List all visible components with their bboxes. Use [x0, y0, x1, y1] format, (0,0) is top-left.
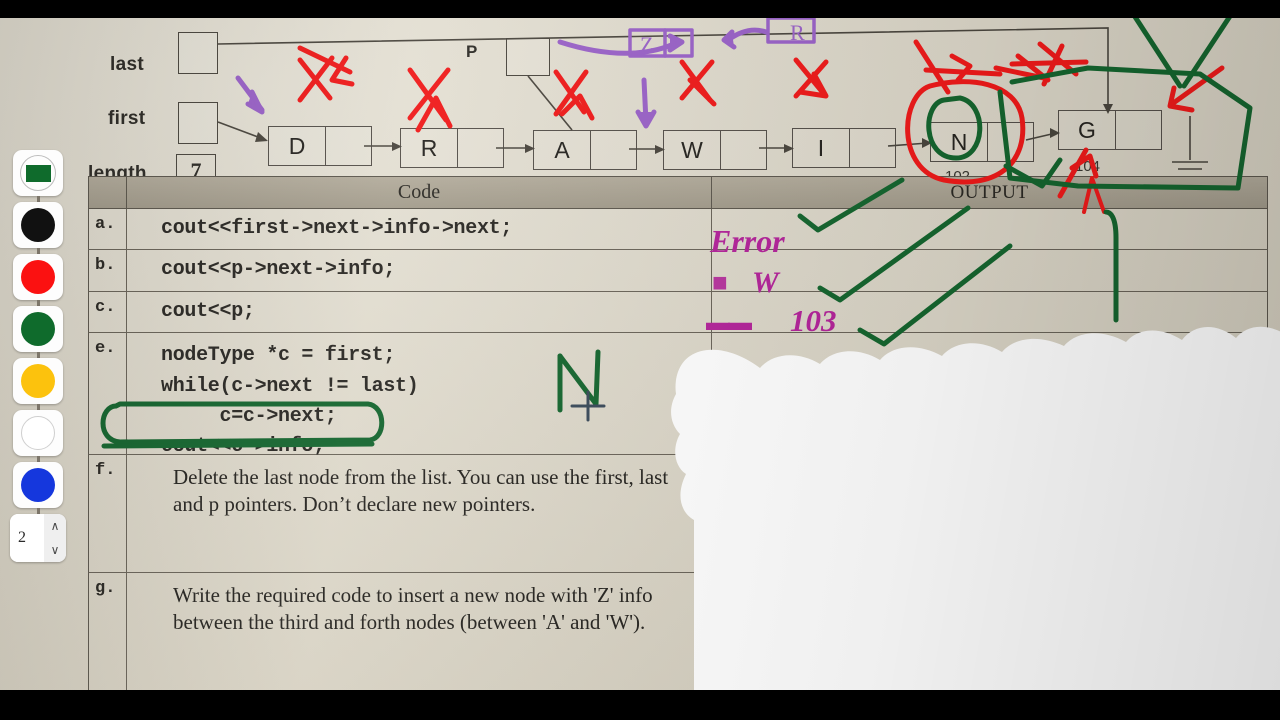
stepper-value[interactable]: 2 [10, 514, 44, 562]
table-row: a. cout<<first->next->info->next; [88, 209, 1268, 251]
node-info: N [950, 128, 968, 155]
row-output [712, 573, 1267, 690]
blue-swatch-icon [21, 468, 55, 502]
row-code: cout<<p->next->info; [127, 250, 712, 291]
first-pointer-box [178, 102, 218, 144]
stepper-down-icon[interactable]: ∨ [44, 538, 66, 562]
color-button-yellow[interactable] [13, 358, 63, 404]
linked-list-diagram: last first length 7 P D 109 R 107 A 103 … [0, 18, 1280, 195]
table-row: g. Write the required code to insert a n… [88, 573, 1268, 690]
handwritten-answer-a: Error [710, 223, 785, 259]
stepper-arrows[interactable]: ∧ ∨ [44, 514, 66, 562]
handwritten-answer-c: 103 [790, 303, 837, 338]
row-output [712, 333, 1267, 454]
letterbox-top [0, 0, 1280, 18]
node-info: W [681, 136, 703, 163]
answer-table: Code OUTPUT a. cout<<first->next->info->… [88, 176, 1268, 690]
green-swatch-icon [21, 312, 55, 346]
row-index: f. [89, 455, 127, 573]
prose-text: Delete the last node from the list. You … [173, 465, 669, 517]
node-R: R [400, 128, 504, 168]
node-D: D [268, 126, 372, 166]
node-info: A [554, 136, 570, 163]
table-row: b. cout<<p->next->info; [88, 250, 1268, 292]
row-index: b. [89, 250, 127, 291]
table-header-output: OUTPUT [950, 181, 1029, 203]
yellow-swatch-icon [21, 364, 55, 398]
handwritten-answer-b: W [752, 266, 779, 299]
row-prose: Delete the last node from the list. You … [127, 455, 712, 573]
current-color-swatch-icon [25, 164, 51, 182]
table-header-row: Code OUTPUT [88, 176, 1268, 209]
row-index: a. [89, 209, 127, 250]
row-index: e. [89, 333, 127, 455]
node-link [849, 129, 895, 167]
brush-size-stepper[interactable]: 2 ∧ ∨ [10, 514, 66, 562]
row-code: nodeType *c = first; while(c->next != la… [127, 333, 712, 458]
node-link [325, 127, 371, 165]
black-swatch-icon [21, 208, 55, 242]
node-info: R [420, 134, 438, 161]
color-button-black[interactable] [13, 202, 63, 248]
red-swatch-icon [21, 260, 55, 294]
node-info: G [1078, 116, 1096, 143]
exam-paper-photo: last first length 7 P D 109 R 107 A 103 … [0, 18, 1280, 690]
node-link [1115, 111, 1161, 149]
row-code: cout<<first->next->info->next; [127, 209, 712, 250]
scribbled-out-answer-c: ▬▬ [706, 310, 752, 336]
diagram-label-first: first [108, 108, 146, 129]
node-W: W [663, 130, 767, 170]
row-index: c. [89, 291, 127, 333]
current-color-ring [20, 155, 56, 191]
node-info: D [288, 132, 306, 159]
node-info: I [817, 134, 825, 161]
row-code: cout<<p; [127, 291, 712, 333]
table-header-index [89, 177, 127, 208]
letterbox-bottom [0, 690, 1280, 720]
scribbled-out-answer-b: ■ [712, 268, 728, 297]
node-address: 104 [1075, 158, 1101, 175]
node-link [987, 123, 1033, 161]
color-button-blue[interactable] [13, 462, 63, 508]
table-row: f. Delete the last node from the list. Y… [88, 455, 1268, 574]
row-output [712, 209, 1267, 249]
node-A: A [533, 130, 637, 170]
node-link [590, 131, 636, 169]
table-row: e. nodeType *c = first; while(c->next !=… [88, 333, 1268, 458]
screenshot-stage: last first length 7 P D 109 R 107 A 103 … [0, 0, 1280, 720]
code-line: cout<<first->next->info->next; [161, 217, 513, 240]
node-link [720, 131, 766, 169]
node-N: N [930, 122, 1034, 162]
stepper-up-icon[interactable]: ∧ [44, 514, 66, 538]
white-swatch-icon [21, 416, 55, 450]
diagram-label-p: P [466, 42, 478, 61]
node-link [457, 129, 503, 167]
node-I: I [792, 128, 896, 168]
table-row: c. cout<<p; [88, 291, 1268, 334]
color-button-green[interactable] [13, 306, 63, 352]
prose-text: Write the required code to insert a new … [173, 583, 653, 635]
code-line: cout<<p; [161, 299, 255, 323]
node-G: G [1058, 110, 1162, 150]
row-prose: Write the required code to insert a new … [127, 573, 712, 690]
color-toolbar[interactable]: 2 ∧ ∨ [10, 150, 66, 562]
p-pointer-box [506, 38, 550, 76]
code-line: nodeType *c = first; while(c->next != la… [161, 344, 419, 459]
table-header-code: Code [127, 177, 712, 208]
row-output [712, 250, 1267, 290]
code-line: cout<<p->next->info; [161, 258, 396, 282]
row-index: g. [89, 573, 127, 690]
diagram-label-last: last [110, 54, 144, 75]
color-button-red[interactable] [13, 254, 63, 300]
row-output [712, 455, 1267, 572]
current-color-button[interactable] [13, 150, 63, 196]
last-pointer-box [178, 32, 218, 74]
color-button-white[interactable] [13, 410, 63, 456]
